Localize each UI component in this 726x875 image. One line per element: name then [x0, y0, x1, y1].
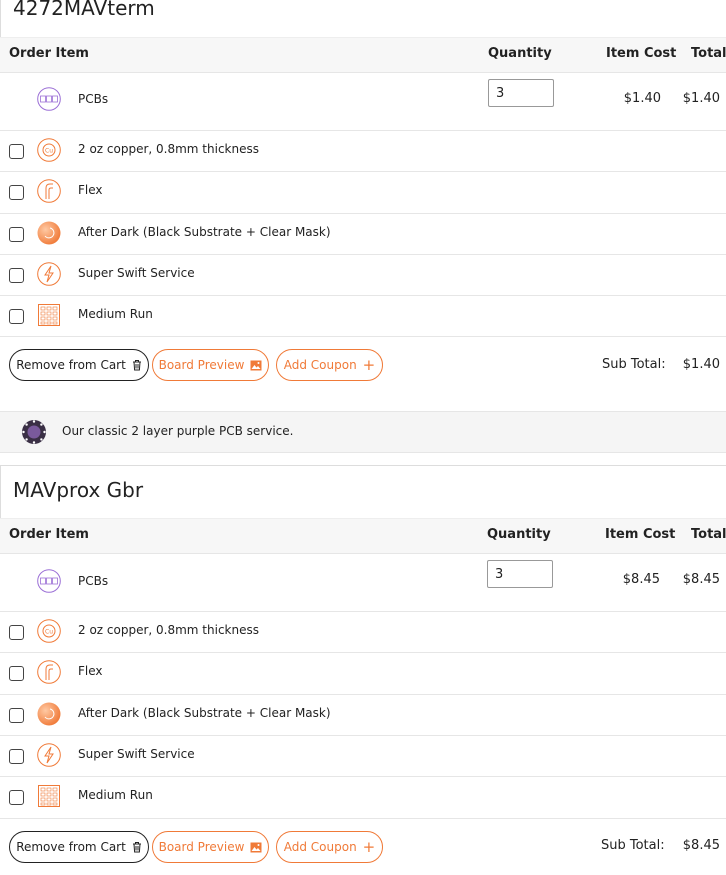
- board-preview-button[interactable]: Board Preview: [152, 831, 269, 863]
- option-checkbox[interactable]: [9, 666, 24, 681]
- option-label: 2 oz copper, 0.8mm thickness: [78, 142, 259, 156]
- coupon-label: Add Coupon: [283, 840, 357, 854]
- header-item-cost: Item Cost: [606, 46, 677, 61]
- item-cost: $8.45: [622, 572, 660, 587]
- table-row-pcbs: PCBs $8.45 $8.45: [0, 553, 726, 612]
- copper-icon: Cu: [37, 138, 61, 162]
- table-header: Order Item Quantity Item Cost Total: [0, 518, 726, 554]
- header-order-item: Order Item: [9, 527, 89, 542]
- coupon-label: Add Coupon: [283, 358, 357, 372]
- item-label: PCBs: [78, 92, 109, 106]
- option-label: 2 oz copper, 0.8mm thickness: [78, 623, 259, 637]
- after-dark-icon: [37, 702, 61, 726]
- option-label: Super Swift Service: [78, 747, 195, 761]
- option-checkbox[interactable]: [9, 790, 24, 805]
- option-checkbox[interactable]: [9, 309, 24, 324]
- plus-icon: +: [362, 837, 376, 856]
- subtotal-value: $8.45: [682, 838, 720, 853]
- svg-text:Cu: Cu: [45, 629, 53, 636]
- item-total: $1.40: [682, 91, 720, 106]
- pcb-icon: [37, 87, 61, 111]
- header-quantity: Quantity: [488, 46, 552, 61]
- item-cost: $1.40: [623, 91, 661, 106]
- lightning-icon: [37, 262, 61, 286]
- remove-label: Remove from Cart: [16, 840, 126, 854]
- medium-run-icon: [38, 785, 60, 807]
- option-row: Medium Run: [0, 777, 726, 819]
- option-label: Medium Run: [78, 788, 153, 802]
- preview-label: Board Preview: [158, 840, 245, 854]
- option-row: Cu 2 oz copper, 0.8mm thickness: [0, 612, 726, 653]
- subtotal-label: Sub Total:: [601, 838, 665, 853]
- table-row-pcbs: PCBs $1.40 $1.40: [0, 72, 726, 131]
- header-item-cost: Item Cost: [605, 527, 676, 542]
- option-label: Flex: [78, 664, 103, 678]
- lightning-icon: [37, 743, 61, 767]
- item-label: PCBs: [78, 574, 109, 588]
- order-title: 4272MAVterm: [13, 0, 155, 20]
- product-description: Our classic 2 layer purple PCB service.: [0, 411, 726, 453]
- option-row: After Dark (Black Substrate + Clear Mask…: [0, 214, 726, 255]
- image-icon: [250, 360, 262, 370]
- option-label: Medium Run: [78, 307, 153, 321]
- plus-icon: +: [362, 355, 376, 374]
- header-total: Total: [691, 46, 726, 61]
- quantity-input[interactable]: [488, 79, 554, 107]
- option-row: Flex: [0, 172, 726, 214]
- flex-icon: [37, 179, 61, 203]
- option-label: After Dark (Black Substrate + Clear Mask…: [78, 706, 331, 720]
- option-row: Super Swift Service: [0, 255, 726, 296]
- option-label: Flex: [78, 183, 103, 197]
- header-total: Total: [691, 527, 726, 542]
- svg-text:Cu: Cu: [45, 148, 53, 155]
- medium-run-icon: [38, 304, 60, 326]
- after-dark-icon: [37, 221, 61, 245]
- option-checkbox[interactable]: [9, 268, 24, 283]
- option-row: After Dark (Black Substrate + Clear Mask…: [0, 695, 726, 736]
- pcb-icon: [37, 569, 61, 593]
- table-header: Order Item Quantity Item Cost Total: [0, 37, 726, 73]
- order-title: MAVprox Gbr: [13, 478, 144, 502]
- description-text: Our classic 2 layer purple PCB service.: [62, 424, 294, 438]
- option-row: Flex: [0, 653, 726, 695]
- remove-from-cart-button[interactable]: Remove from Cart: [9, 831, 149, 863]
- quantity-input[interactable]: [487, 560, 553, 588]
- flex-icon: [37, 660, 61, 684]
- image-icon: [250, 842, 262, 852]
- option-row: Cu 2 oz copper, 0.8mm thickness: [0, 131, 726, 172]
- option-row: Medium Run: [0, 296, 726, 337]
- trash-icon: [132, 842, 141, 853]
- option-checkbox[interactable]: [9, 625, 24, 640]
- option-checkbox[interactable]: [9, 708, 24, 723]
- option-checkbox[interactable]: [9, 749, 24, 764]
- option-checkbox[interactable]: [9, 144, 24, 159]
- option-label: Super Swift Service: [78, 266, 195, 280]
- gear-icon: [22, 420, 46, 444]
- add-coupon-button[interactable]: Add Coupon +: [276, 831, 383, 863]
- trash-icon: [132, 360, 141, 371]
- option-checkbox[interactable]: [9, 227, 24, 242]
- option-checkbox[interactable]: [9, 185, 24, 200]
- remove-from-cart-button[interactable]: Remove from Cart: [9, 349, 149, 381]
- header-order-item: Order Item: [9, 46, 89, 61]
- copper-icon: Cu: [37, 619, 61, 643]
- header-quantity: Quantity: [487, 527, 551, 542]
- option-label: After Dark (Black Substrate + Clear Mask…: [78, 225, 331, 239]
- remove-label: Remove from Cart: [16, 358, 126, 372]
- subtotal-value: $1.40: [682, 357, 720, 372]
- option-row: Super Swift Service: [0, 736, 726, 777]
- preview-label: Board Preview: [158, 358, 245, 372]
- subtotal-label: Sub Total:: [602, 357, 666, 372]
- add-coupon-button[interactable]: Add Coupon +: [276, 349, 383, 381]
- item-total: $8.45: [682, 572, 720, 587]
- board-preview-button[interactable]: Board Preview: [152, 349, 269, 381]
